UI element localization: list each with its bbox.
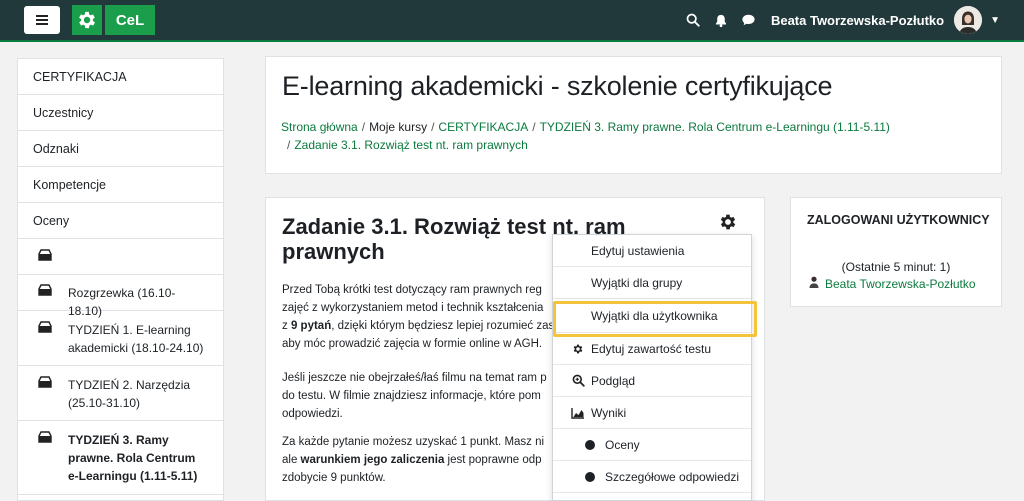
sidebar-section-label: Rozgrzewka (16.10-18.10) [68, 286, 176, 318]
menu-item-label: Podgląd [591, 373, 636, 388]
bullet-circle-icon [583, 470, 597, 484]
user-menu-name[interactable]: Beata Tworzewska-Pozłutko [771, 13, 944, 28]
activity-description: Przed Tobą krótki test dotyczący ram pra… [282, 281, 582, 497]
menu-item-responses[interactable]: Szczegółowe odpowiedzi [553, 461, 751, 493]
menu-item-results[interactable]: Wyniki [553, 397, 751, 429]
gear-icon [571, 342, 585, 356]
bell-icon [715, 14, 727, 27]
search-icon [686, 13, 700, 27]
folder-icon [38, 249, 54, 264]
navbar-accent-line [0, 40, 1024, 42]
folder-icon [38, 376, 54, 391]
navbar-right: Beata Tworzewska-Pozłutko ▼ [679, 0, 1024, 40]
sidebar-section-warmup[interactable]: Rozgrzewka (16.10-18.10) [18, 275, 223, 318]
notifications-button[interactable] [707, 0, 735, 40]
description-paragraph: Przed Tobą krótki test dotyczący ram pra… [282, 284, 555, 350]
hamburger-icon [36, 19, 48, 21]
menu-item-group-overrides[interactable]: Wyjątki dla grupy [553, 267, 751, 299]
sidebar-item-certyfikacja[interactable]: CERTYFIKACJA [18, 59, 223, 95]
menu-item-edit-quiz[interactable]: Edytuj zawartość testu [553, 333, 751, 365]
activity-actions-menu: Edytuj ustawienia Wyjątki dla grupy Wyją… [552, 234, 752, 501]
description-paragraph: Jeśli jeszcze nie obejrzałeś/łaś filmu n… [282, 372, 547, 420]
breadcrumb-my-courses: Moje kursy [369, 120, 428, 134]
menu-item-preview[interactable]: Podgląd [553, 365, 751, 397]
menu-item-label: Wyniki [591, 405, 627, 420]
sidebar-item-badges[interactable]: Odznaki [18, 131, 223, 167]
breadcrumb-section[interactable]: TYDZIEŃ 3. Ramy prawne. Rola Centrum e-L… [540, 120, 890, 134]
sidebar-item-competencies[interactable]: Kompetencje [18, 167, 223, 203]
menu-item-label: Szczegółowe odpowiedzi [605, 469, 740, 484]
search-button[interactable] [679, 0, 707, 40]
gear-icon [720, 214, 736, 230]
zoom-in-icon [571, 374, 585, 388]
chat-bubble-icon [742, 14, 756, 26]
sidebar-section-week2[interactable]: TYDZIEŃ 2. Narzędzia (25.10-31.10) [18, 366, 223, 421]
breadcrumb-home[interactable]: Strona główna [281, 120, 358, 134]
breadcrumb: Strona główna / Moje kursy / CERTYFIKACJA / TY… [281, 120, 890, 152]
breadcrumb-course[interactable]: CERTYFIKACJA [438, 120, 528, 134]
sidebar-section-general[interactable] [18, 239, 223, 275]
course-nav-drawer: CERTYFIKACJA Uczestnicy Odznaki Kompeten… [17, 58, 224, 501]
block-subtitle: (Ostatnie 5 minut: 1) [841, 260, 951, 274]
activity-settings-button[interactable] [716, 210, 740, 234]
folder-icon [38, 431, 54, 446]
breadcrumb-activity[interactable]: Zadanie 3.1. Rozwiąż test nt. ram prawny… [294, 138, 527, 152]
online-user-link[interactable]: Beata Tworzewska-Pozłutko [809, 276, 976, 291]
gear-logo-icon [79, 11, 95, 29]
sidebar-item-grades[interactable]: Oceny [18, 203, 223, 239]
sidebar-section-label: TYDZIEŃ 2. Narzędzia (25.10-31.10) [68, 378, 191, 410]
avatar-portrait-icon [954, 6, 983, 34]
menu-item-user-overrides[interactable]: Wyjątki dla użytkownika [553, 299, 751, 333]
page-title: E-learning akademicki - szkolenie certyf… [282, 71, 833, 101]
page-header: E-learning akademicki - szkolenie certyf… [265, 56, 1002, 174]
site-logo-gear[interactable] [72, 5, 102, 35]
folder-icon [38, 284, 54, 299]
bullet-circle-icon [583, 438, 597, 452]
menu-item-edit-settings[interactable]: Edytuj ustawienia [553, 235, 751, 267]
block-title: ZALOGOWANI UŻYTKOWNICY [807, 213, 990, 227]
folder-icon [38, 321, 54, 336]
chevron-down-icon[interactable]: ▼ [990, 15, 1000, 26]
sidebar-section-week3-active[interactable]: TYDZIEŃ 3. Ramy prawne. Rola Centrum e-L… [18, 421, 223, 495]
menu-toggle-button[interactable] [24, 6, 60, 34]
site-logo-text[interactable]: CeL [105, 5, 155, 35]
user-avatar[interactable] [954, 6, 983, 34]
description-paragraph: Za każde pytanie możesz uzyskać 1 punkt.… [282, 436, 545, 484]
online-user-name: Beata Tworzewska-Pozłutko [825, 276, 976, 291]
menu-item-label: Oceny [605, 437, 640, 452]
online-users-block: ZALOGOWANI UŻYTKOWNICY (Ostatnie 5 minut… [790, 197, 1002, 307]
area-chart-icon [571, 406, 585, 420]
messages-button[interactable] [735, 0, 763, 40]
user-icon [809, 276, 819, 291]
sidebar-section-label: TYDZIEŃ 3. Ramy prawne. Rola Centrum e-L… [68, 433, 198, 483]
menu-item-grades[interactable]: Oceny [553, 429, 751, 461]
sidebar-item-participants[interactable]: Uczestnicy [18, 95, 223, 131]
menu-item-label: Edytuj zawartość testu [591, 341, 712, 356]
sidebar-section-label: TYDZIEŃ 1. E-learning akademicki (18.10-… [68, 323, 204, 355]
